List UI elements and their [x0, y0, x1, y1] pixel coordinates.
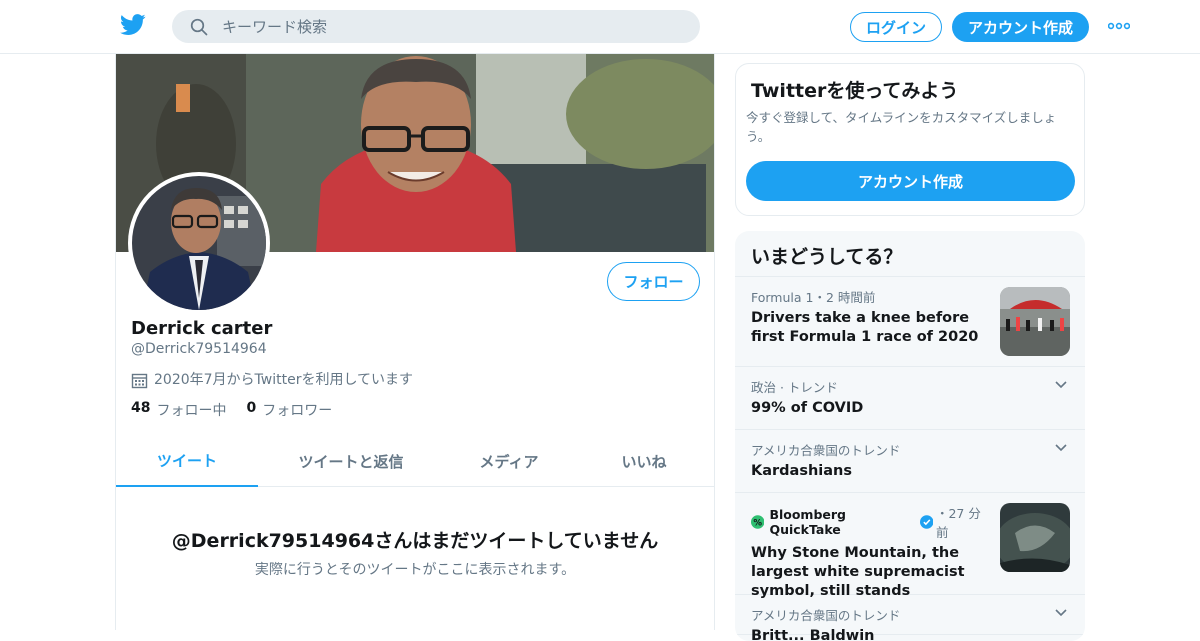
- avatar-photo: [132, 176, 266, 310]
- calendar-icon: [131, 373, 148, 389]
- login-button[interactable]: ログイン: [850, 12, 942, 42]
- trend-time: ・27 分前: [935, 506, 981, 540]
- verified-badge-icon: [919, 515, 933, 529]
- followers-count: 0: [246, 400, 257, 416]
- joined-date: 2020年7月からTwitterを利用しています: [131, 369, 413, 389]
- trend-thumbnail[interactable]: [1000, 503, 1070, 572]
- joined-text: 2020年7月からTwitterを利用しています: [154, 372, 414, 388]
- avatar[interactable]: [128, 172, 270, 314]
- top-nav: キーワード検索 ログイン アカウント作成: [0, 0, 1200, 54]
- trend-source: Bloomberg QuickTake: [769, 507, 846, 537]
- trend-headline: Britt... Baldwin: [751, 628, 875, 641]
- trend-item[interactable]: Formula 1・2 時間前 Drivers take a knee befo…: [735, 277, 1085, 367]
- following-label: フォロー中: [156, 403, 227, 419]
- profile-stats: 48 フォロー中 0 フォロワー: [131, 400, 352, 420]
- chevron-down-icon[interactable]: [1055, 609, 1067, 617]
- trends-title: いまどうしてる？: [735, 231, 1085, 277]
- chevron-down-icon[interactable]: [1055, 381, 1067, 389]
- bloomberg-icon: %: [751, 515, 765, 529]
- tab-likes[interactable]: いいね: [574, 436, 714, 487]
- search-input[interactable]: キーワード検索: [172, 10, 700, 43]
- followers-label: フォロワー: [262, 403, 333, 419]
- trend-item[interactable]: アメリカ合衆国のトレンド Kardashians: [735, 430, 1085, 493]
- trend-headline: 99% of COVID: [751, 400, 864, 416]
- trend-item[interactable]: 政治 · トレンド 99% of COVID: [735, 367, 1085, 430]
- trend-meta: アメリカ合衆国のトレンド: [751, 443, 901, 458]
- follow-button[interactable]: フォロー: [607, 262, 700, 301]
- trend-thumbnail[interactable]: [1000, 287, 1070, 356]
- more-dots-icon[interactable]: [1108, 22, 1130, 30]
- followers-stat[interactable]: 0 フォロワー: [246, 400, 332, 420]
- trend-headline: Why Stone Mountain, the largest white su…: [751, 545, 965, 599]
- svg-text:%: %: [753, 518, 762, 528]
- profile-tabs: ツイート ツイートと返信 メディア いいね: [116, 436, 714, 487]
- signup-card: Twitterを使ってみよう 今すぐ登録して、タイムラインをカスタマイズしましょ…: [735, 63, 1085, 216]
- profile-column: フォロー Derrick carter @Derrick79514964 202…: [115, 54, 715, 630]
- search-placeholder: キーワード検索: [222, 18, 328, 36]
- trend-meta: 政治 · トレンド: [751, 380, 838, 395]
- signup-card-button[interactable]: アカウント作成: [746, 161, 1075, 201]
- signup-card-description: 今すぐ登録して、タイムラインをカスタマイズしましょう。: [746, 110, 1057, 144]
- trend-thumbnail-image: [1000, 287, 1070, 356]
- following-stat[interactable]: 48 フォロー中: [131, 400, 226, 420]
- trend-thumbnail-image: [1000, 503, 1070, 572]
- display-name: Derrick carter: [131, 318, 273, 339]
- twitter-bird-icon[interactable]: [120, 14, 146, 36]
- signup-button[interactable]: アカウント作成: [952, 12, 1089, 42]
- search-icon: [190, 18, 208, 35]
- trend-meta: % Bloomberg QuickTake ・27 分前: [751, 503, 991, 541]
- tab-tweets-replies[interactable]: ツイートと返信: [258, 436, 444, 487]
- trend-meta: Formula 1・2 時間前: [751, 290, 876, 305]
- trend-headline: Drivers take a knee before first Formula…: [751, 310, 979, 345]
- trends-panel: いまどうしてる？ Formula 1・2 時間前 Drivers take a …: [735, 231, 1085, 641]
- profile-handle: @Derrick79514964: [131, 341, 267, 357]
- empty-state-title: @Derrick79514964さんはまだツイートしていません: [171, 530, 659, 552]
- trend-item[interactable]: アメリカ合衆国のトレンド Britt... Baldwin: [735, 595, 1085, 641]
- trend-headline: Kardashians: [751, 463, 852, 479]
- tab-media[interactable]: メディア: [444, 436, 574, 487]
- signup-card-title: Twitterを使ってみよう: [751, 80, 959, 102]
- following-count: 48: [131, 400, 151, 416]
- empty-state-subtitle: 実際に行うとそのツイートがここに表示されます。: [254, 562, 576, 578]
- chevron-down-icon[interactable]: [1055, 444, 1067, 452]
- trend-meta: アメリカ合衆国のトレンド: [751, 608, 901, 623]
- trend-item[interactable]: % Bloomberg QuickTake ・27 分前 Why Stone M…: [735, 493, 1085, 599]
- tab-tweets[interactable]: ツイート: [116, 436, 258, 487]
